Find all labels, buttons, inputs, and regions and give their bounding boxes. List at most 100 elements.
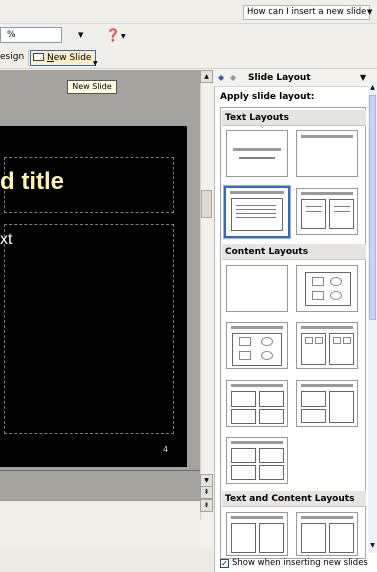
forward-arrow-icon[interactable]: ◆ bbox=[230, 73, 236, 82]
new-slide-icon bbox=[33, 53, 44, 61]
layout-content-box bbox=[259, 448, 284, 463]
layout-title-bar bbox=[301, 384, 353, 387]
layout-subtitle-bar bbox=[239, 157, 275, 159]
layout-title-text-content[interactable] bbox=[226, 512, 288, 556]
layout-title-and-text[interactable] bbox=[223, 185, 291, 239]
next-slide-button[interactable]: ⇟ bbox=[200, 499, 213, 512]
layout-content-box bbox=[231, 391, 256, 407]
chevron-down-icon[interactable]: ▼ bbox=[367, 8, 372, 16]
slide-title-text: d title bbox=[0, 168, 64, 195]
design-button[interactable]: esign bbox=[0, 52, 24, 62]
body-placeholder[interactable] bbox=[4, 224, 174, 434]
layout-text-box bbox=[329, 523, 354, 553]
layout-content-box bbox=[231, 448, 256, 463]
slide-body-text: xt bbox=[0, 231, 13, 248]
layout-title-two-columns[interactable] bbox=[296, 188, 358, 235]
layout-title-bar bbox=[231, 384, 283, 387]
layout-title-two-over-content[interactable] bbox=[296, 380, 358, 427]
layout-title-content-over-two[interactable] bbox=[226, 380, 288, 427]
layout-text-box bbox=[329, 199, 354, 229]
layout-content-box bbox=[301, 523, 326, 553]
diagram-icon bbox=[261, 351, 273, 360]
layout-content-box bbox=[301, 409, 326, 423]
layout-title-bar bbox=[230, 191, 284, 194]
slide-number: 4 bbox=[163, 445, 169, 454]
table-icon bbox=[305, 337, 313, 344]
layout-title-slide[interactable] bbox=[226, 130, 288, 177]
help-icon[interactable]: ❓ bbox=[105, 27, 121, 43]
zoom-combo[interactable]: % bbox=[0, 27, 62, 43]
chart-icon bbox=[239, 351, 251, 360]
toolbar-separator bbox=[28, 50, 29, 66]
chevron-down-icon[interactable]: ▼ bbox=[121, 33, 126, 40]
check-icon[interactable]: ✓ bbox=[220, 559, 229, 568]
table-icon bbox=[239, 337, 251, 346]
clipart-icon bbox=[330, 277, 342, 286]
layout-content-box bbox=[329, 391, 354, 423]
clipart-icon bbox=[315, 337, 323, 344]
ask-question-box[interactable]: How can I insert a new slide bbox=[243, 5, 370, 20]
layout-text-line bbox=[236, 213, 276, 214]
status-area bbox=[0, 548, 213, 572]
layout-title-bar bbox=[301, 135, 353, 138]
layout-content[interactable] bbox=[296, 265, 358, 312]
section-header: Content Layouts bbox=[222, 244, 366, 260]
layout-title-bar bbox=[231, 441, 283, 444]
task-pane-title: Slide Layout bbox=[248, 73, 311, 83]
new-slide-accelerator: N bbox=[47, 53, 54, 63]
layout-title-only[interactable] bbox=[296, 130, 358, 177]
layout-content-box bbox=[301, 391, 326, 407]
layout-content-box bbox=[231, 465, 256, 480]
layout-title-two-content[interactable] bbox=[296, 322, 358, 369]
chart-icon bbox=[312, 291, 324, 300]
scroll-down-button[interactable]: ▼ bbox=[368, 541, 377, 551]
table-icon bbox=[312, 277, 324, 286]
close-dropdown-icon[interactable]: ▼ bbox=[360, 73, 366, 82]
layout-content-box bbox=[259, 465, 284, 480]
scroll-up-button[interactable]: ▲ bbox=[368, 83, 377, 93]
show-when-inserting-option[interactable]: ✓ Show when inserting new slides bbox=[220, 558, 368, 568]
pane-divider[interactable] bbox=[0, 470, 200, 471]
layout-content-box bbox=[259, 523, 284, 553]
new-slide-label: ew Slide bbox=[53, 53, 92, 63]
layout-text-line bbox=[334, 206, 350, 207]
previous-slide-button[interactable]: ⇞ bbox=[200, 486, 213, 499]
back-arrow-icon[interactable]: ◆ bbox=[218, 73, 224, 82]
layout-title-bar bbox=[231, 326, 283, 329]
layout-text-line bbox=[306, 206, 322, 207]
layout-blank[interactable] bbox=[226, 265, 288, 312]
layout-text-box bbox=[231, 198, 283, 231]
chevron-down-icon[interactable]: ▼ bbox=[78, 31, 83, 39]
layout-title-content-text[interactable] bbox=[296, 512, 358, 556]
layout-title-bar bbox=[231, 516, 283, 519]
notes-pane[interactable] bbox=[0, 500, 200, 548]
scroll-thumb[interactable] bbox=[369, 95, 376, 320]
table-icon bbox=[333, 337, 341, 344]
chevron-down-icon[interactable]: ▼ bbox=[93, 60, 98, 67]
layout-text-box bbox=[231, 523, 256, 553]
new-slide-button[interactable]: New Slide bbox=[30, 50, 96, 66]
layout-title-and-content[interactable] bbox=[226, 322, 288, 369]
scroll-thumb[interactable] bbox=[201, 190, 212, 218]
show-when-inserting-label: Show when inserting new slides bbox=[232, 558, 368, 568]
clipart-icon bbox=[261, 337, 273, 346]
layout-title-four-content[interactable] bbox=[226, 437, 288, 484]
slide-vertical-scrollbar[interactable] bbox=[200, 70, 213, 520]
tooltip: New Slide bbox=[67, 80, 117, 94]
layout-title-bar bbox=[301, 516, 353, 519]
layout-text-box bbox=[301, 199, 326, 229]
layout-text-line bbox=[236, 209, 276, 210]
layout-text-line bbox=[306, 211, 322, 212]
layout-text-line bbox=[334, 211, 350, 212]
apply-layout-label: Apply slide layout: bbox=[220, 92, 315, 102]
layout-content-box bbox=[259, 409, 284, 424]
section-header: Text Layouts bbox=[222, 110, 366, 126]
layout-title-bar bbox=[301, 192, 353, 195]
layout-content-box bbox=[231, 409, 256, 424]
layout-title-bar bbox=[233, 148, 281, 151]
section-header: Text and Content Layouts bbox=[222, 491, 366, 507]
clipart-icon bbox=[343, 337, 351, 344]
layout-content-box bbox=[259, 391, 284, 407]
scroll-up-button[interactable]: ▲ bbox=[200, 70, 213, 83]
diagram-icon bbox=[330, 291, 342, 300]
